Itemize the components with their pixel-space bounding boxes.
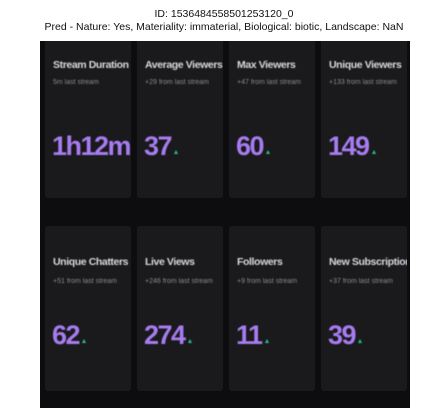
stat-value: 37 bbox=[144, 131, 173, 161]
stats-row-top: Stream Duration 5m last stream 1h12m Ave… bbox=[45, 41, 407, 198]
arrow-up-icon bbox=[82, 339, 87, 343]
arrow-up-icon bbox=[174, 150, 179, 154]
stat-card-new-subscriptions: New Subscriptions +37 from last stream 3… bbox=[321, 226, 407, 391]
arrow-up-icon bbox=[266, 150, 271, 154]
stat-value-wrap: 149 bbox=[328, 131, 376, 162]
arrow-up-icon bbox=[264, 339, 269, 343]
arrow-up-icon bbox=[371, 150, 376, 154]
stat-card-stream-duration: Stream Duration 5m last stream 1h12m bbox=[45, 41, 131, 198]
stat-title: Unique Chatters bbox=[53, 256, 129, 268]
stat-card-unique-chatters: Unique Chatters +51 from last stream 62 bbox=[45, 226, 131, 391]
stat-subtitle: +133 from last stream bbox=[329, 79, 397, 86]
stat-card-followers: Followers +9 from last stream 11 bbox=[229, 226, 315, 391]
stat-subtitle: 5m last stream bbox=[53, 79, 99, 86]
stat-value: 1h12m bbox=[52, 131, 131, 161]
stat-title: New Subscriptions bbox=[329, 256, 407, 268]
stat-value-wrap: 60 bbox=[236, 131, 271, 162]
figure-header: ID: 1536484558501253120_0 Pred - Nature:… bbox=[0, 8, 448, 34]
stat-value: 11 bbox=[236, 320, 263, 350]
stat-title: Average Viewers bbox=[145, 59, 223, 71]
stat-title: Followers bbox=[237, 256, 283, 268]
stat-value: 39 bbox=[328, 320, 357, 350]
stat-value: 60 bbox=[236, 131, 265, 161]
stat-subtitle: +47 from last stream bbox=[237, 79, 301, 86]
image-id-text: ID: 1536484558501253120_0 bbox=[154, 8, 294, 20]
stat-title: Live Views bbox=[145, 256, 195, 268]
prediction-text: Pred - Nature: Yes, Materiality: immater… bbox=[44, 21, 404, 33]
stat-card-live-views: Live Views +246 from last stream 274 bbox=[137, 226, 223, 391]
stat-value-wrap: 37 bbox=[144, 131, 179, 162]
stat-subtitle: +37 from last stream bbox=[329, 278, 393, 285]
stat-card-unique-viewers: Unique Viewers +133 from last stream 149 bbox=[321, 41, 407, 198]
stat-title: Unique Viewers bbox=[329, 59, 402, 71]
arrow-up-icon bbox=[358, 339, 363, 343]
stat-value: 274 bbox=[144, 320, 186, 350]
stat-value-wrap: 274 bbox=[144, 320, 192, 351]
stat-value-wrap: 11 bbox=[236, 320, 269, 351]
stat-title: Stream Duration bbox=[53, 59, 129, 71]
stats-row-bottom: Unique Chatters +51 from last stream 62 … bbox=[45, 226, 407, 391]
stream-stats-screenshot: Stream Duration 5m last stream 1h12m Ave… bbox=[40, 41, 410, 408]
stat-value: 149 bbox=[328, 131, 370, 161]
stat-title: Max Viewers bbox=[237, 59, 296, 71]
stat-subtitle: +9 from last stream bbox=[237, 278, 298, 285]
stat-subtitle: +29 from last stream bbox=[145, 79, 209, 86]
stat-value: 62 bbox=[52, 320, 81, 350]
stat-card-average-viewers: Average Viewers +29 from last stream 37 bbox=[137, 41, 223, 198]
stat-value-wrap: 1h12m bbox=[52, 131, 131, 162]
arrow-up-icon bbox=[187, 339, 192, 343]
stat-value-wrap: 62 bbox=[52, 320, 87, 351]
stat-subtitle: +51 from last stream bbox=[53, 278, 117, 285]
stat-value-wrap: 39 bbox=[328, 320, 363, 351]
stat-card-max-viewers: Max Viewers +47 from last stream 60 bbox=[229, 41, 315, 198]
stat-subtitle: +246 from last stream bbox=[145, 278, 213, 285]
